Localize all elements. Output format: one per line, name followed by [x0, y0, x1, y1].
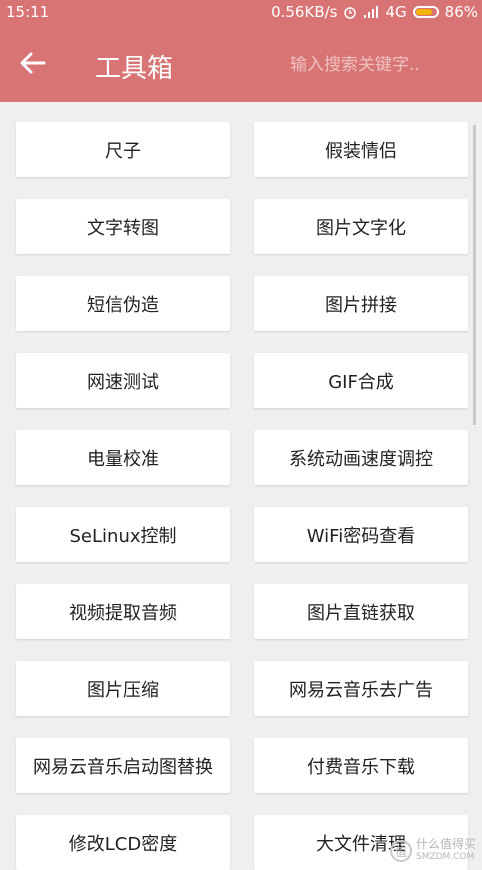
tool-video-to-audio[interactable]: 视频提取音频 [16, 584, 230, 639]
app-bar: 15:11 0.56KB/s 4G 86% 工具箱 [0, 0, 482, 102]
scrollbar[interactable] [473, 125, 476, 425]
battery-icon [412, 6, 439, 18]
tool-paid-music-download[interactable]: 付费音乐下载 [254, 738, 468, 793]
watermark-text-group: 什么值得买 SMZDM.COM [416, 838, 476, 864]
tool-image-stitch[interactable]: 图片拼接 [254, 276, 468, 331]
signal-icon [363, 5, 379, 19]
status-bar: 15:11 0.56KB/s 4G 86% [0, 0, 482, 26]
watermark: 值 什么值得买 SMZDM.COM [389, 838, 476, 864]
alarm-icon [343, 5, 357, 19]
tool-wifi-password[interactable]: WiFi密码查看 [254, 507, 468, 562]
tool-ruler[interactable]: 尺子 [16, 122, 230, 177]
watermark-text: 什么值得买 [415, 837, 476, 851]
tool-gif-maker[interactable]: GIF合成 [254, 353, 468, 408]
status-time: 15:11 [6, 3, 50, 21]
watermark-logo-icon: 值 [389, 840, 412, 862]
tool-netease-adblock[interactable]: 网易云音乐去广告 [254, 661, 468, 716]
tool-battery-calibration[interactable]: 电量校准 [16, 430, 230, 485]
tool-text-to-image[interactable]: 文字转图 [16, 199, 230, 254]
tool-netease-splash-replace[interactable]: 网易云音乐启动图替换 [16, 738, 230, 793]
tool-selinux-control[interactable]: SeLinux控制 [16, 507, 230, 562]
tool-speed-test[interactable]: 网速测试 [16, 353, 230, 408]
search-input[interactable] [288, 51, 472, 79]
tool-sms-fake[interactable]: 短信伪造 [16, 276, 230, 331]
tool-lcd-density[interactable]: 修改LCD密度 [16, 815, 230, 870]
network-speed: 0.56KB/s [271, 3, 338, 21]
battery-percent: 86% [444, 3, 478, 21]
status-right: 0.56KB/s 4G 86% [271, 3, 478, 21]
tool-image-to-text-art[interactable]: 图片文字化 [254, 199, 468, 254]
tool-fake-couple[interactable]: 假装情侣 [254, 122, 468, 177]
back-arrow-icon[interactable] [18, 48, 48, 78]
tool-animation-speed[interactable]: 系统动画速度调控 [254, 430, 468, 485]
tool-image-direct-link[interactable]: 图片直链获取 [254, 584, 468, 639]
tool-grid: 尺子 假装情侣 文字转图 图片文字化 短信伪造 图片拼接 网速测试 GIF合成 … [16, 122, 468, 870]
network-type: 4G [385, 3, 407, 21]
tool-image-compress[interactable]: 图片压缩 [16, 661, 230, 716]
watermark-subtext: SMZDM.COM [415, 852, 475, 862]
page-title: 工具箱 [95, 54, 174, 84]
